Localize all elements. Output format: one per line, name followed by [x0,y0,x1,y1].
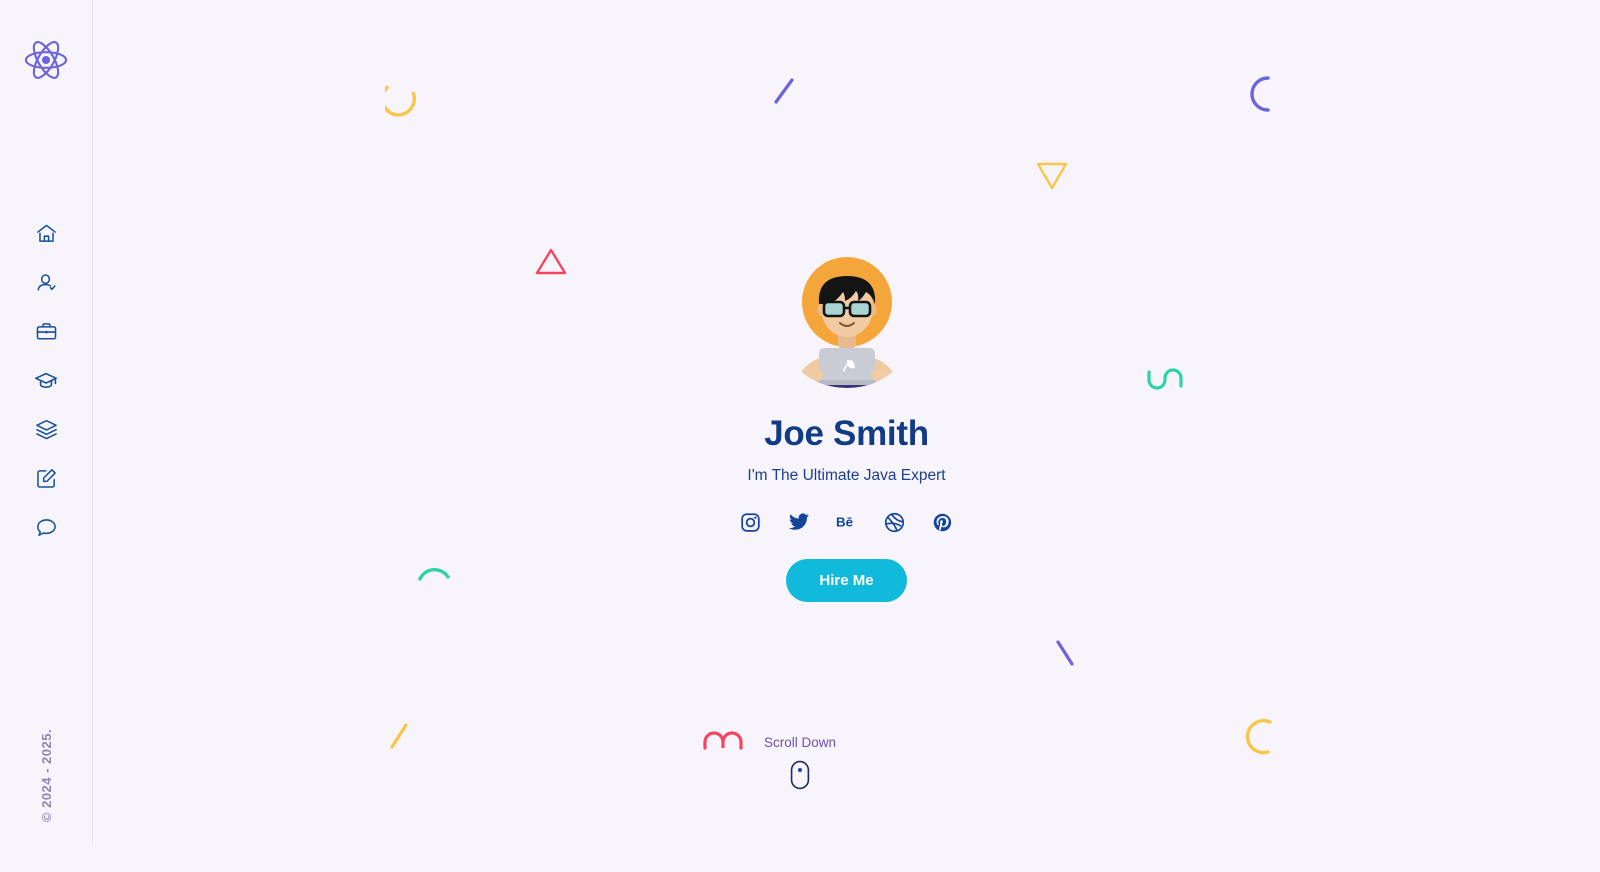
sidebar-item-contact[interactable] [26,518,66,542]
chat-bubble-icon [35,516,58,544]
svg-text:Bē: Bē [836,515,853,530]
edit-square-icon [35,467,58,495]
layers-icon [35,418,58,446]
dribbble-icon[interactable] [884,511,906,533]
sidebar-nav [26,224,66,542]
tagline: I'm The Ultimate Java Expert [747,467,946,484]
mouse-icon [790,760,810,795]
copyright-text: © 2024 - 2025. [39,728,55,823]
sidebar: © 2024 - 2025. [0,0,93,845]
briefcase-icon [35,320,58,348]
social-links: Bē [740,511,954,533]
scroll-down-label: Scroll Down [763,735,837,750]
behance-icon[interactable]: Bē [836,511,858,533]
sidebar-item-home[interactable] [26,224,66,248]
sidebar-item-education[interactable] [26,371,66,395]
sidebar-item-services[interactable] [26,322,66,346]
scroll-down-indicator[interactable]: Scroll Down [764,735,836,795]
graduation-cap-icon [34,369,58,398]
twitter-icon[interactable] [788,511,810,533]
sidebar-item-about[interactable] [26,273,66,297]
atom-logo[interactable] [22,36,70,84]
home-icon [35,222,58,250]
page-title: Joe Smith [764,414,929,453]
user-check-icon [35,271,58,299]
instagram-icon[interactable] [740,511,762,533]
sidebar-item-blog[interactable] [26,469,66,493]
copyright: © 2024 - 2025. [0,729,93,822]
main-content: Joe Smith I'm The Ultimate Java Expert B… [93,0,1600,845]
page-root: © 2024 - 2025. Joe Smith I'm The Ultimat… [0,0,1600,872]
avatar [773,242,920,388]
pinterest-icon[interactable] [932,511,954,533]
hero-section: Joe Smith I'm The Ultimate Java Expert B… [740,242,954,602]
hire-me-button[interactable]: Hire Me [786,559,907,602]
sidebar-item-portfolio[interactable] [26,418,66,446]
